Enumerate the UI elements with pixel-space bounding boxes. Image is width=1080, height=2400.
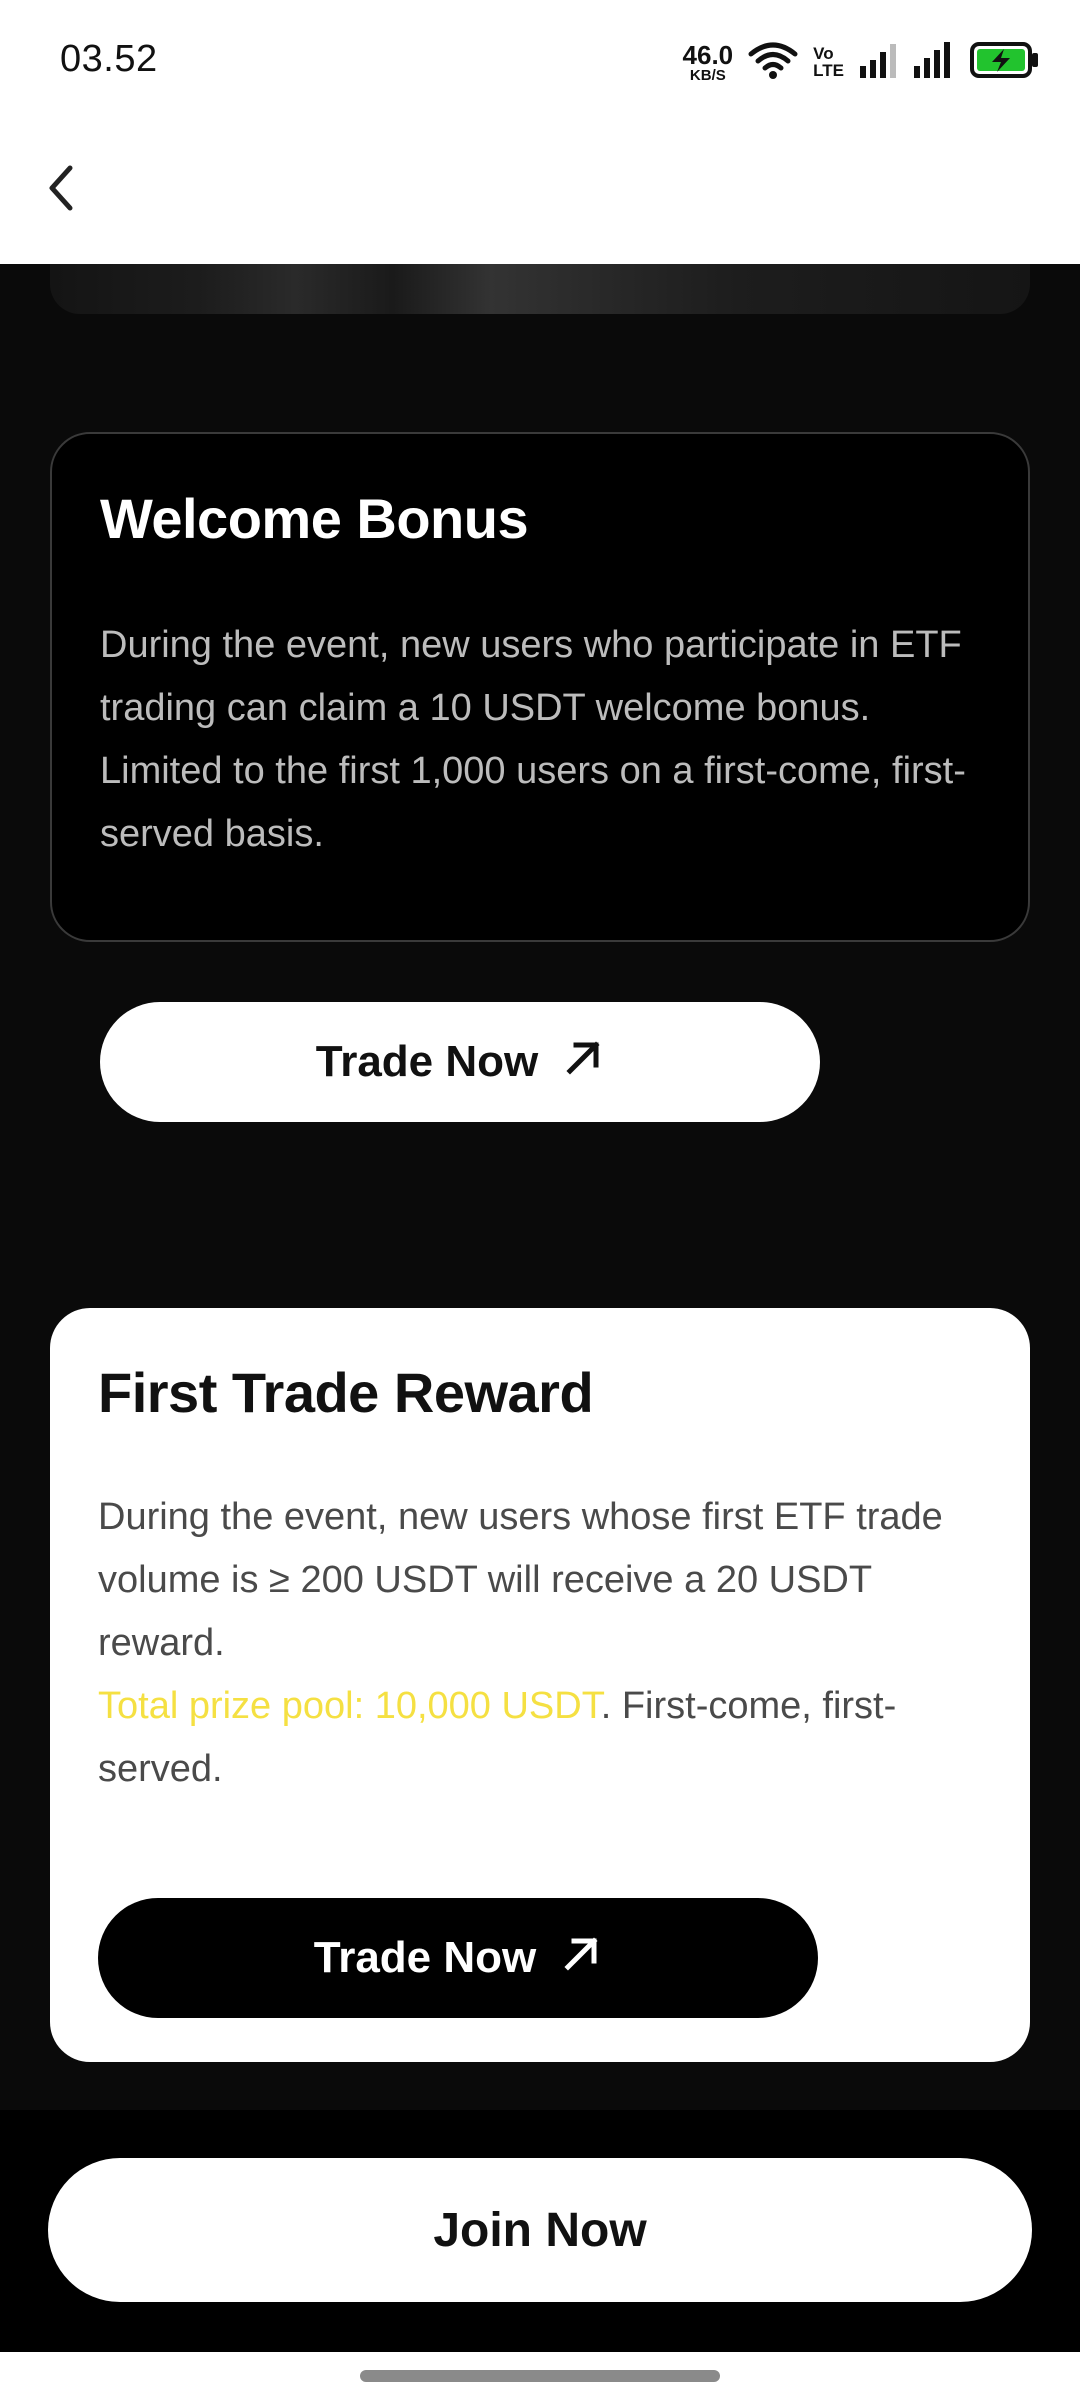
network-speed-value: 46.0 [682, 39, 734, 70]
first-trade-reward-card: First Trade Reward During the event, new… [50, 1308, 1030, 2062]
card-description-line: During the event, new users who particip… [100, 624, 962, 729]
back-button[interactable] [30, 158, 94, 222]
signal-icon-sim1 [858, 40, 898, 85]
button-label: Trade Now [315, 1037, 539, 1086]
network-speed-unit: KB/S [689, 66, 726, 84]
prize-pool-highlight: Total prize pool: 10,000 USDT [98, 1685, 601, 1727]
volte-indicator: Vo LTE [813, 44, 844, 80]
arrow-up-right-icon [562, 1933, 602, 1984]
battery-charging-icon [970, 41, 1040, 84]
bottom-action-bar: Join Now [0, 2110, 1080, 2352]
network-speed: 46.0 KB/S [683, 42, 734, 83]
welcome-bonus-card: Welcome Bonus During the event, new user… [50, 432, 1030, 1122]
banner-image [50, 264, 1030, 314]
card-description: During the event, new users who particip… [100, 614, 988, 866]
card-title: First Trade Reward [98, 1361, 594, 1424]
button-label: Trade Now [313, 1933, 537, 1982]
card-description-line: Limited to the first 1,000 users on a fi… [100, 750, 966, 855]
arrow-up-right-icon [564, 1037, 604, 1088]
main-content: Welcome Bonus During the event, new user… [0, 264, 1080, 2110]
card-description: During the event, new users whose first … [98, 1486, 990, 1801]
join-now-button[interactable]: Join Now [48, 2158, 1032, 2302]
wifi-icon [747, 40, 799, 85]
home-indicator[interactable] [360, 2370, 720, 2382]
chevron-left-icon [42, 162, 82, 219]
system-nav-bar [0, 2352, 1080, 2400]
app-bar [0, 120, 1080, 264]
card-title: Welcome Bonus [100, 487, 529, 550]
status-icons: 46.0 KB/S Vo LTE [683, 36, 1040, 88]
card-description-line: During the event, new users whose first … [98, 1496, 943, 1664]
status-time: 03.52 [60, 38, 158, 80]
signal-icon-sim2 [912, 40, 956, 85]
trade-now-button[interactable]: Trade Now [98, 1898, 818, 2018]
trade-now-button[interactable]: Trade Now [100, 1002, 820, 1122]
status-bar: 03.52 46.0 KB/S Vo LTE [0, 0, 1080, 120]
